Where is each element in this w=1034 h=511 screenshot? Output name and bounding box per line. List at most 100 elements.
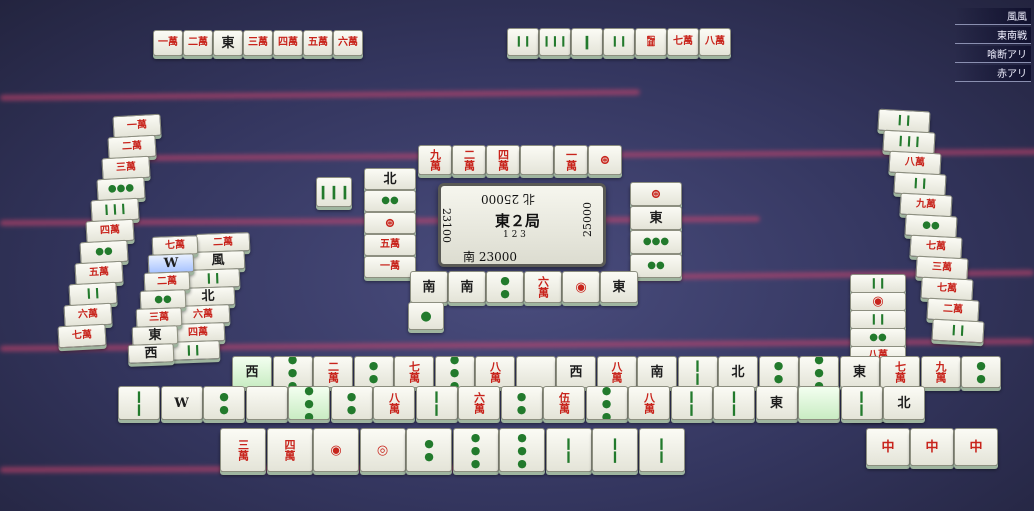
hand-tile[interactable]: ●● <box>406 428 452 472</box>
tile: 西 <box>127 343 175 364</box>
tile: ❙❙ <box>850 274 906 293</box>
tile: ❙❙ <box>677 356 718 388</box>
tile: 九萬 <box>920 356 961 388</box>
tile: ❙❙ <box>850 310 906 329</box>
hand-tile[interactable]: ◎ <box>359 428 406 472</box>
tile: 八萬 <box>596 356 637 388</box>
tile: 一萬 <box>554 145 588 175</box>
tile: 南 <box>410 271 448 303</box>
tile-label: ❙❙ <box>132 390 146 416</box>
tile-label: ●●● <box>302 386 316 420</box>
tile: 🀟 <box>635 28 667 56</box>
tile <box>520 145 554 175</box>
hand-tile[interactable]: 四萬 <box>266 428 313 472</box>
tile-label: ❙❙ <box>895 114 913 127</box>
tile-label: ●● <box>498 274 512 300</box>
tile: ●●● <box>585 386 628 420</box>
tile: 四萬 <box>486 145 520 175</box>
tile-label: W <box>163 255 179 272</box>
tile-label: ❙ <box>581 34 593 50</box>
tile-label: ●● <box>974 359 988 385</box>
tile-label: 東 <box>852 364 866 380</box>
tile: 東 <box>755 386 798 420</box>
tile-label: 伍萬 <box>557 392 571 414</box>
tile: ❙❙ <box>713 386 755 420</box>
tile-label: 中 <box>969 439 983 455</box>
tile-label: ●●● <box>286 356 299 388</box>
tile-label: ●●● <box>107 182 134 195</box>
tile: ❙❙ <box>507 28 539 56</box>
tile-label: ❙❙ <box>430 390 443 416</box>
tile-label: 一萬 <box>564 149 578 171</box>
honba-counter: 1 2 3 <box>503 230 526 240</box>
tile: ❙❙❙ <box>539 28 571 56</box>
tile-label: 三萬 <box>236 439 250 461</box>
tile: 中 <box>866 428 910 466</box>
tile: 二萬 <box>313 356 353 388</box>
mahjong-table: 東２局 1 2 3 北 25000 南 23000 23100 25000 風風… <box>0 0 1034 511</box>
tile-label: 七萬 <box>893 361 907 383</box>
tile-label: 二萬 <box>212 236 234 248</box>
tile: ●● <box>961 356 1001 388</box>
hand-tile[interactable]: ❙❙ <box>545 428 592 472</box>
tile: ❙❙ <box>415 386 458 420</box>
tile: 五萬 <box>73 260 124 286</box>
tile-label: 北 <box>383 171 397 187</box>
tile-label: ●● <box>367 359 380 385</box>
rule-item: 東南戦 <box>955 27 1031 44</box>
tile: ●●● <box>288 386 330 420</box>
hand-tile[interactable]: ❙❙ <box>638 428 685 472</box>
rule-item: 赤アリ <box>955 65 1031 82</box>
tile-label: 三萬 <box>248 37 268 48</box>
tile-label: 八萬 <box>705 36 725 47</box>
tile: 一萬 <box>153 30 183 56</box>
tile-label: 七萬 <box>673 36 693 47</box>
tile: 南 <box>637 356 677 388</box>
tile-label: 三萬 <box>148 311 170 323</box>
hand-tile[interactable]: ●●● <box>499 428 545 472</box>
tile-label: ●● <box>94 245 113 258</box>
tile: ●● <box>500 386 543 420</box>
south-score: 南 23000 <box>463 250 517 264</box>
tile: ●●● <box>434 356 475 388</box>
tile: ●● <box>353 356 394 388</box>
tile: 九萬 <box>418 145 452 175</box>
tile-label: ❙❙ <box>949 324 967 337</box>
tile-label: 八萬 <box>488 361 502 383</box>
tile-label: 東 <box>769 395 783 411</box>
tile-label: 北 <box>897 395 911 411</box>
tile: 北 <box>364 168 416 190</box>
tile-label: 五萬 <box>308 37 328 48</box>
hand-tile[interactable]: ◉ <box>313 428 359 472</box>
tile: ❙❙ <box>670 386 713 420</box>
tile: 六萬 <box>333 30 363 56</box>
tile-label: ❙❙ <box>204 272 222 284</box>
tile-label: 三萬 <box>115 161 137 174</box>
tile-label: 四萬 <box>283 439 296 461</box>
tile-label: 九萬 <box>428 149 442 171</box>
tile-label: ❙❙❙ <box>102 203 128 216</box>
hand-tile[interactable]: ●●● <box>452 428 499 472</box>
tile-label: 七萬 <box>71 329 93 342</box>
tile: 七萬 <box>57 323 107 349</box>
round-indicator: 東２局 <box>495 212 541 230</box>
hand-tile[interactable]: ❙❙ <box>592 428 638 472</box>
tile-label: 九萬 <box>915 198 936 211</box>
tile: 東 <box>630 206 682 230</box>
tile-label: ❙❙ <box>685 390 698 416</box>
hand-tile[interactable]: 三萬 <box>220 428 266 472</box>
tile-label: ●●● <box>600 386 613 420</box>
tile-label: 八萬 <box>642 392 656 414</box>
tile-label: ●● <box>869 331 887 343</box>
tile-label: 東 <box>612 279 626 295</box>
tile: 東 <box>839 356 880 388</box>
tile-label: 二萬 <box>188 37 208 48</box>
tile: 五萬 <box>303 30 333 56</box>
tile-label: 東 <box>649 210 663 226</box>
tile-label: 二萬 <box>156 275 178 287</box>
tile-label: 八萬 <box>387 392 401 414</box>
tile-label: ◉ <box>575 279 587 295</box>
tile-label: 二萬 <box>326 361 340 383</box>
tile-label: ◎ <box>376 442 389 458</box>
tile: 東 <box>600 271 638 303</box>
